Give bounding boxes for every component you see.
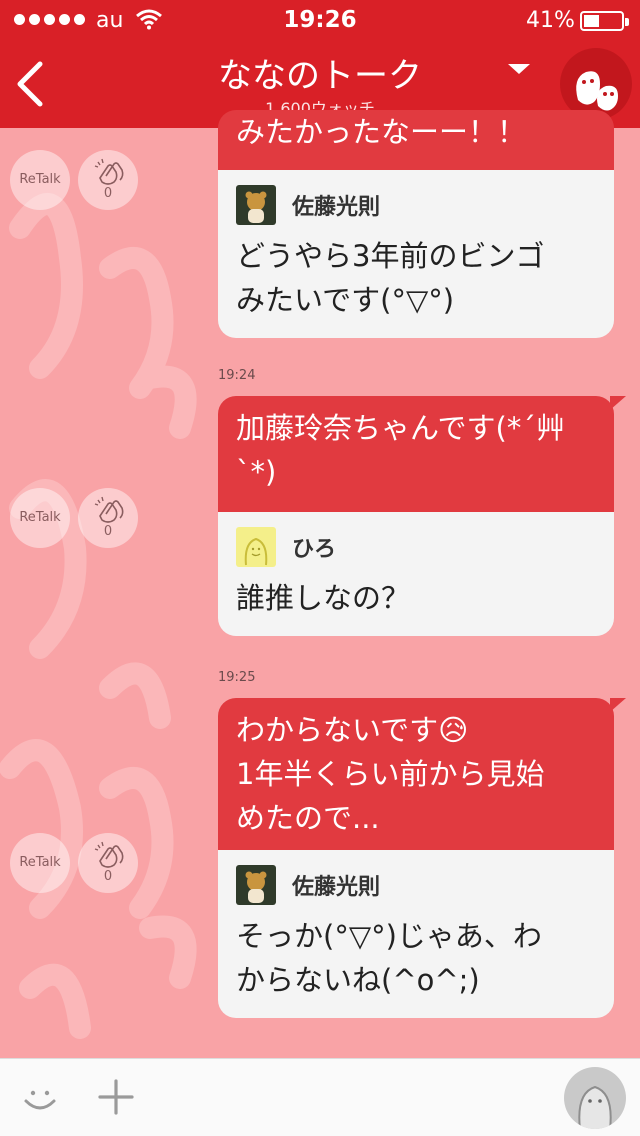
message-text: みたかったなーー！！ [218, 110, 614, 170]
smile-icon[interactable] [20, 1079, 60, 1119]
reply-text: どうやら3年前のビンゴ みたいです(°▽°) [236, 239, 545, 317]
avatar[interactable] [236, 527, 276, 567]
message-card[interactable]: 加藤玲奈ちゃんです(*´艸 `*) ひろ 誰推しなの？ [218, 396, 626, 636]
clapping-hands-icon [94, 158, 124, 185]
retalk-button[interactable]: ReTalk [10, 488, 70, 548]
dropdown-triangle-icon[interactable] [508, 64, 530, 74]
top-bar: au 19:26 41% ななのトーク 1,600ウォッチ [0, 0, 640, 128]
user-avatar[interactable] [564, 1067, 626, 1129]
reply-text: 誰推しなの？ [236, 581, 411, 615]
message-card[interactable]: みたかったなーー！！ 佐藤光則 どうやら3年前のビンゴ みたいです(°▽°) [218, 110, 614, 338]
battery-percent: 41% [526, 8, 575, 33]
retalk-button[interactable]: ReTalk [10, 150, 70, 210]
clap-button[interactable]: 0 [78, 150, 138, 210]
clapping-hands-icon [94, 496, 124, 523]
clap-count: 0 [103, 869, 113, 884]
reply-text: そっか(°▽°)じゃあ、わ からないね(^o^;) [236, 919, 542, 997]
status-bar: au 19:26 41% [0, 0, 640, 40]
ghost-icon [578, 1085, 612, 1129]
reply-card: 佐藤光則 どうやら3年前のビンゴ みたいです(°▽°) [218, 170, 614, 338]
reply-author: 佐藤光則 [292, 195, 381, 220]
message-text: わからないです😥 1年半くらい前から見始 めたので... [218, 698, 626, 850]
clap-button[interactable]: 0 [78, 833, 138, 893]
avatar[interactable] [236, 185, 276, 225]
timestamp: 19:25 [218, 670, 256, 685]
message-body: みたかったなーー！！ [236, 115, 527, 149]
clapping-hands-icon [94, 841, 124, 868]
clap-count: 0 [103, 186, 113, 201]
clap-count: 0 [103, 524, 113, 539]
retalk-button[interactable]: ReTalk [10, 833, 70, 893]
avatar[interactable] [236, 865, 276, 905]
input-bar [0, 1058, 640, 1136]
plus-icon[interactable] [96, 1077, 136, 1117]
reply-card: ひろ 誰推しなの？ [218, 512, 614, 636]
reply-card: 佐藤光則 そっか(°▽°)じゃあ、わ からないね(^o^;) [218, 850, 614, 1018]
clap-button[interactable]: 0 [78, 488, 138, 548]
reply-author: ひろ [292, 537, 337, 562]
battery-icon [580, 11, 629, 31]
message-card[interactable]: わからないです😥 1年半くらい前から見始 めたので... 佐藤光則 そっか(°▽… [218, 698, 626, 1018]
message-text: 加藤玲奈ちゃんです(*´艸 `*) [218, 396, 626, 512]
timestamp: 19:24 [218, 368, 256, 383]
page-title: ななのトーク [218, 56, 422, 96]
reply-author: 佐藤光則 [292, 875, 381, 900]
